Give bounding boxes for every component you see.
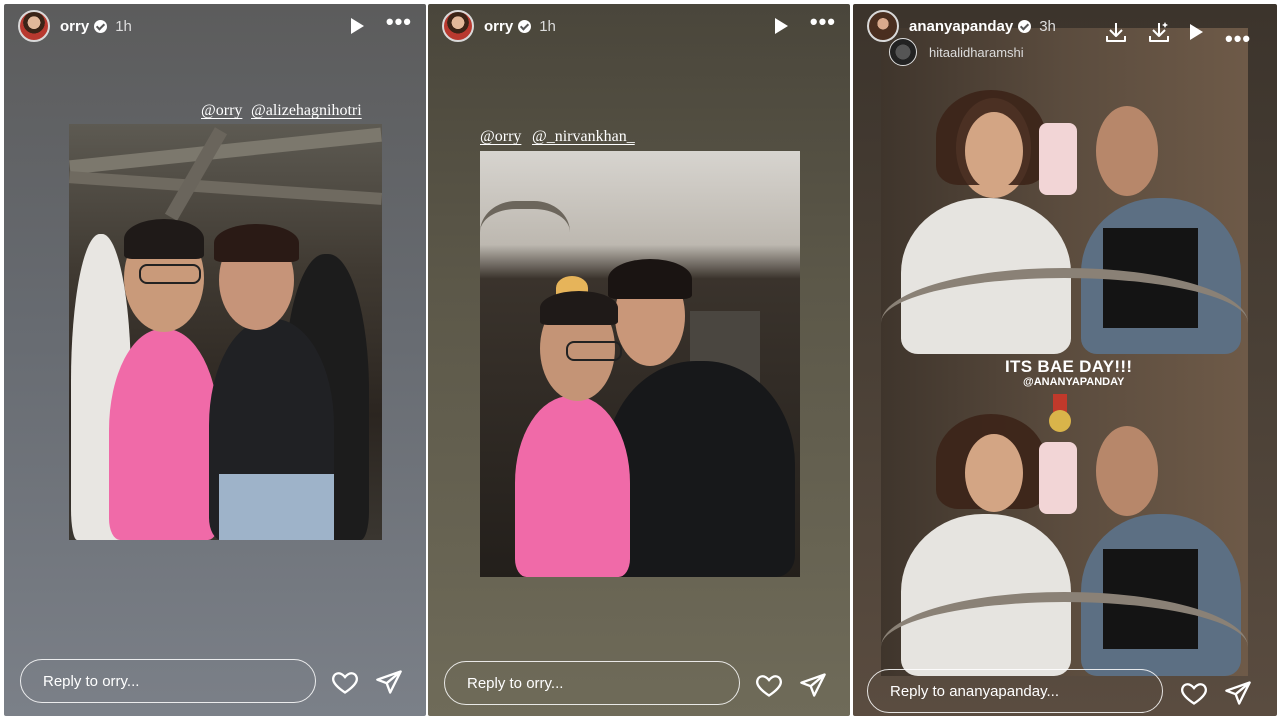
story-header: orry 1h ••• <box>442 8 836 44</box>
heart-icon[interactable] <box>755 671 783 699</box>
mention-link[interactable]: @orry <box>201 102 242 120</box>
caption-mention[interactable]: @ANANYAPANDAY <box>1023 376 1124 388</box>
play-icon[interactable] <box>774 18 788 34</box>
heart-icon[interactable] <box>331 668 359 696</box>
more-options-icon[interactable]: ••• <box>1225 28 1251 50</box>
collab-username[interactable]: hitaalidharamshi <box>929 45 1024 60</box>
mention-link[interactable]: @orry <box>480 128 521 146</box>
story-photo-bottom <box>881 354 1248 676</box>
download-icon[interactable] <box>1104 20 1128 44</box>
reply-input[interactable]: Reply to orry... <box>444 661 740 705</box>
avatar[interactable] <box>442 10 474 42</box>
username[interactable]: orry <box>60 18 89 35</box>
username[interactable]: ananyapanday <box>909 18 1013 35</box>
heart-icon[interactable] <box>1180 679 1208 707</box>
verified-icon <box>94 19 108 33</box>
username[interactable]: orry <box>484 18 513 35</box>
story-panel-3: ITS BAE DAY!!! @ANANYAPANDAY ananyapanda… <box>853 4 1277 716</box>
reply-placeholder: Reply to orry... <box>43 672 140 690</box>
story-panel-2: orry 1h ••• @orry @_nirvankhan_ Reply to… <box>428 4 850 716</box>
story-panel-1: orry 1h ••• @orry @alizehagnihotri Reply… <box>4 4 426 716</box>
reply-placeholder: Reply to ananyapanday... <box>890 682 1060 700</box>
remix-icon[interactable] <box>1147 20 1171 44</box>
send-icon[interactable] <box>1224 679 1252 707</box>
story-photo-top <box>881 28 1248 354</box>
avatar[interactable] <box>18 10 50 42</box>
reply-input[interactable]: Reply to orry... <box>20 659 316 703</box>
collab-avatar[interactable] <box>889 38 917 66</box>
reply-input[interactable]: Reply to ananyapanday... <box>867 669 1163 713</box>
mention-link[interactable]: @alizehagnihotri <box>251 102 362 120</box>
story-photo <box>480 151 800 577</box>
story-header: ananyapanday 3h <box>867 8 1263 44</box>
mention-link[interactable]: @_nirvankhan_ <box>532 128 635 146</box>
timestamp: 1h <box>539 17 556 35</box>
more-options-icon[interactable]: ••• <box>386 11 412 33</box>
timestamp: 3h <box>1039 17 1056 35</box>
send-icon[interactable] <box>799 671 827 699</box>
play-icon[interactable] <box>1190 24 1203 40</box>
send-icon[interactable] <box>375 668 403 696</box>
more-options-icon[interactable]: ••• <box>810 11 836 33</box>
timestamp: 1h <box>115 17 132 35</box>
story-caption: ITS BAE DAY!!! <box>1005 357 1133 376</box>
play-icon[interactable] <box>350 18 364 34</box>
verified-icon <box>1018 19 1032 33</box>
reply-placeholder: Reply to orry... <box>467 674 564 692</box>
story-header: orry 1h ••• <box>18 8 412 44</box>
story-photo <box>69 124 382 540</box>
verified-icon <box>518 19 532 33</box>
avatar[interactable] <box>867 10 899 42</box>
